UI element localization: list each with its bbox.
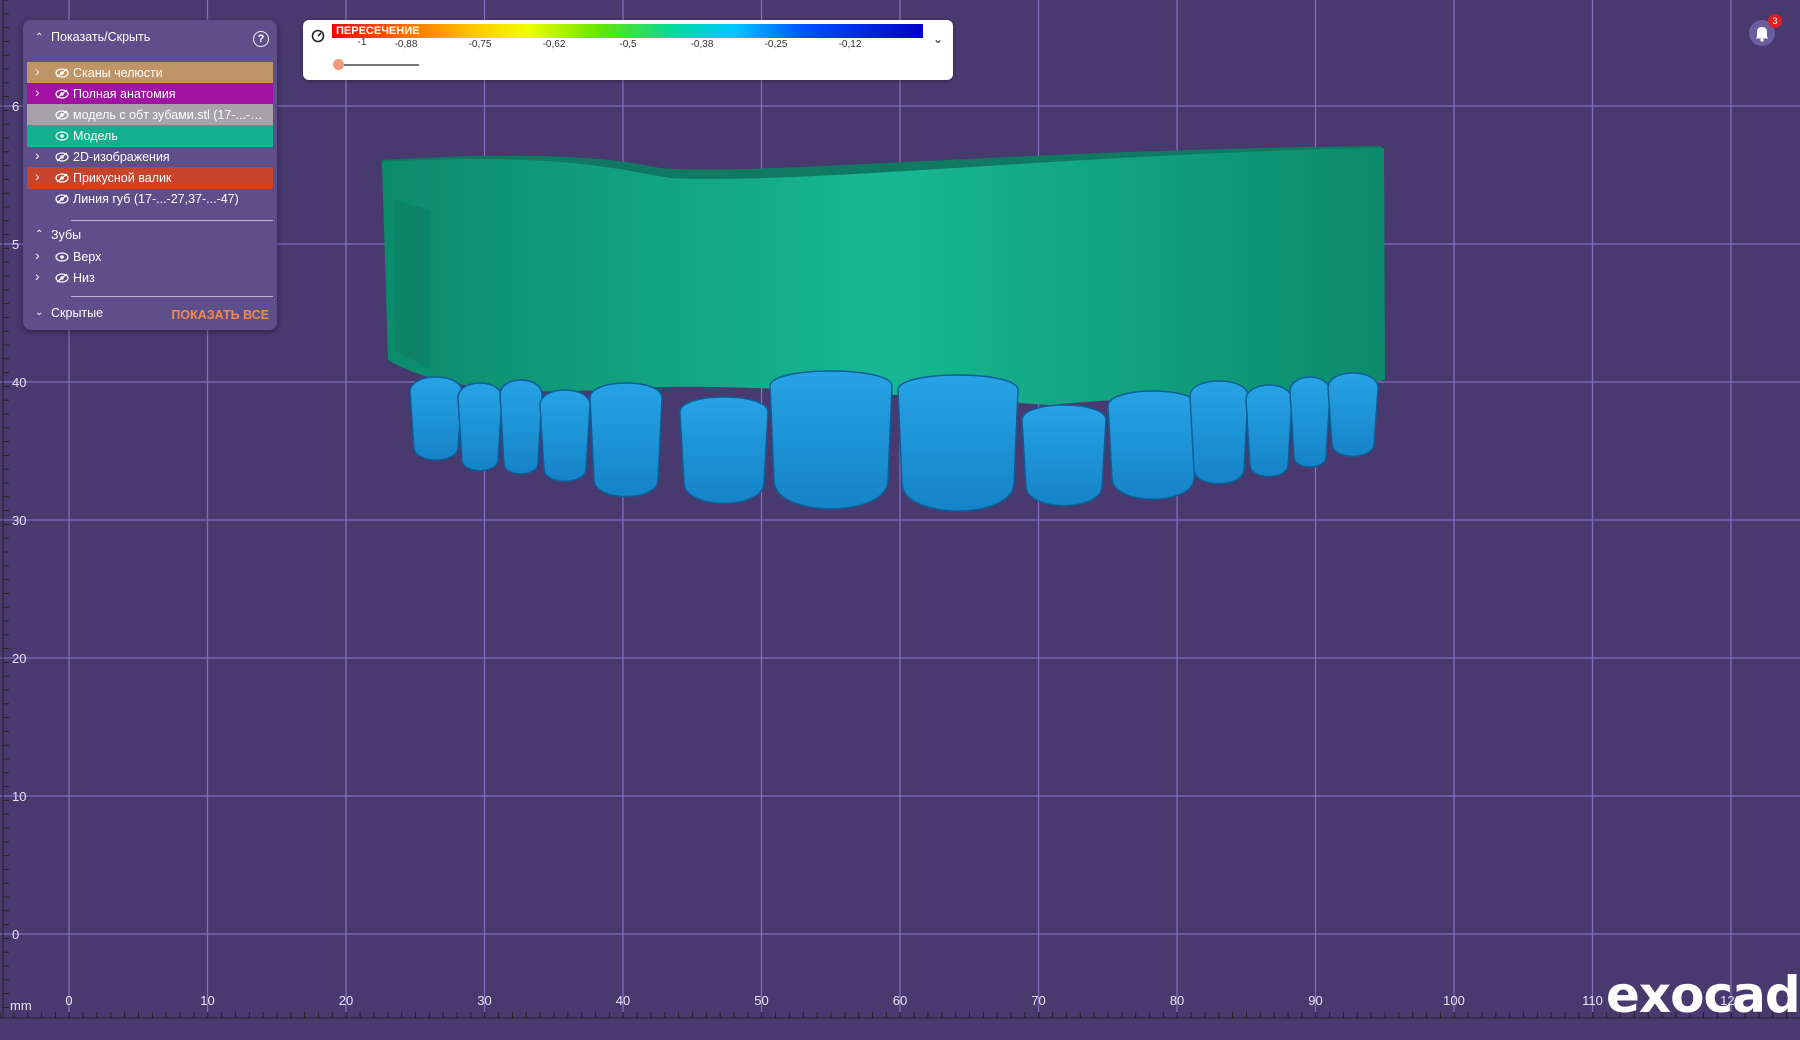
teeth-row[interactable]: › Верх — [27, 246, 273, 268]
scale-tick-label: -0,75 — [468, 39, 492, 50]
chevron-down-icon[interactable]: ⌄ — [35, 308, 45, 318]
panel-title: Показать/Скрыть — [51, 30, 151, 44]
divider — [71, 296, 273, 297]
show-hide-panel: ⌃ Показать/Скрыть ? › Сканы челюсти › Полна… — [23, 20, 277, 330]
eye-slash-icon[interactable] — [55, 68, 69, 78]
chevron-right-icon[interactable]: › — [35, 169, 45, 183]
tooth[interactable] — [457, 382, 503, 472]
model-base — [382, 148, 1385, 405]
scale-title: ПЕРЕСЕЧЕНИЕ — [336, 25, 420, 37]
scale-tick-label: -0,25 — [764, 39, 788, 50]
model-base-shade — [395, 200, 430, 370]
chevron-right-icon[interactable]: › — [35, 64, 45, 78]
intersection-colorbar: ПЕРЕСЕЧЕНИЕ -1 -0,88 -0,75 -0,62 -0,5 -0,38 -0… — [303, 20, 953, 80]
show-all-button[interactable]: ПОКАЗАТЬ ВСЕ — [171, 308, 269, 322]
layer-label: модель с обт зубами.stl (17-...-27,3... — [73, 108, 269, 122]
tooth[interactable] — [769, 370, 893, 510]
eye-slash-icon[interactable] — [55, 273, 69, 283]
chevron-down-icon[interactable]: ⌄ — [933, 32, 943, 46]
teeth-label: Верх — [73, 250, 102, 264]
layer-row[interactable]: модель с обт зубами.stl (17-...-27,3... — [27, 104, 273, 126]
eye-slash-icon[interactable] — [55, 194, 69, 204]
tooth[interactable] — [679, 396, 769, 505]
notification-count-badge: 3 — [1768, 14, 1782, 28]
tooth[interactable] — [539, 389, 591, 482]
eye-slash-icon[interactable] — [55, 89, 69, 99]
scale-tick-label: -0,12 — [838, 39, 862, 50]
tooth[interactable] — [1289, 376, 1331, 468]
chevron-right-icon[interactable]: › — [35, 148, 45, 162]
threshold-slider-handle[interactable] — [333, 59, 344, 70]
panel-header[interactable]: ⌃ Показать/Скрыть ? — [23, 24, 277, 50]
tooth[interactable] — [409, 376, 463, 461]
teeth-group-row[interactable]: ⌃ Зубы — [27, 224, 273, 246]
divider — [71, 220, 273, 221]
gauge-icon[interactable] — [311, 29, 325, 43]
layer-row[interactable]: Линия губ (17-...-27,37-...-47) — [27, 188, 273, 210]
eye-icon[interactable] — [55, 252, 69, 262]
eye-slash-icon[interactable] — [55, 173, 69, 183]
chevron-up-icon[interactable]: ⌃ — [35, 230, 45, 240]
layer-row[interactable]: › Полная анатомия — [27, 83, 273, 105]
chevron-right-icon[interactable]: › — [35, 248, 45, 262]
scale-tick-label: -1 — [357, 37, 367, 48]
layer-label: Сканы челюсти — [73, 66, 163, 80]
tooth[interactable] — [1021, 404, 1107, 507]
tooth[interactable] — [1107, 390, 1199, 500]
teeth-label: Низ — [73, 271, 95, 285]
scale-tick-label: -0,38 — [690, 39, 714, 50]
tooth[interactable] — [589, 382, 663, 498]
chevron-right-icon[interactable]: › — [35, 85, 45, 99]
threshold-slider-track[interactable] — [339, 64, 419, 66]
layer-label: Полная анатомия — [73, 87, 176, 101]
eye-slash-icon[interactable] — [55, 152, 69, 162]
tooth[interactable] — [499, 379, 543, 475]
scale-tick-label: -0,5 — [619, 39, 637, 50]
help-icon[interactable]: ? — [253, 31, 269, 47]
layer-row[interactable]: › Прикусной валик — [27, 167, 273, 189]
scale-tick-label: -0,88 — [394, 39, 418, 50]
exocad-logo: exocad — [1606, 966, 1800, 1024]
tooth[interactable] — [1327, 372, 1379, 457]
tooth[interactable] — [897, 374, 1019, 512]
color-scale: ПЕРЕСЕЧЕНИЕ — [332, 24, 923, 38]
layer-row[interactable]: › Сканы челюсти — [27, 62, 273, 84]
teeth-row[interactable]: › Низ — [27, 267, 273, 289]
tooth[interactable] — [1189, 380, 1249, 485]
layer-label: Модель — [73, 129, 118, 143]
scale-tick-label: -0,62 — [542, 39, 566, 50]
chevron-right-icon[interactable]: › — [35, 269, 45, 283]
layer-label: 2D-изображения — [73, 150, 170, 164]
eye-icon[interactable] — [55, 131, 69, 141]
teeth-group-label: Зубы — [51, 228, 82, 242]
layer-label: Прикусной валик — [73, 171, 172, 185]
layer-row[interactable]: Модель — [27, 125, 273, 147]
tooth[interactable] — [1245, 384, 1293, 478]
layer-label: Линия губ (17-...-27,37-...-47) — [73, 192, 239, 206]
eye-slash-icon[interactable] — [55, 110, 69, 120]
scale-ticks: -1 -0,88 -0,75 -0,62 -0,5 -0,38 -0,25 -0,12 — [332, 37, 923, 53]
layer-row[interactable]: › 2D-изображения — [27, 146, 273, 168]
chevron-up-icon[interactable]: ⌃ — [35, 33, 45, 43]
